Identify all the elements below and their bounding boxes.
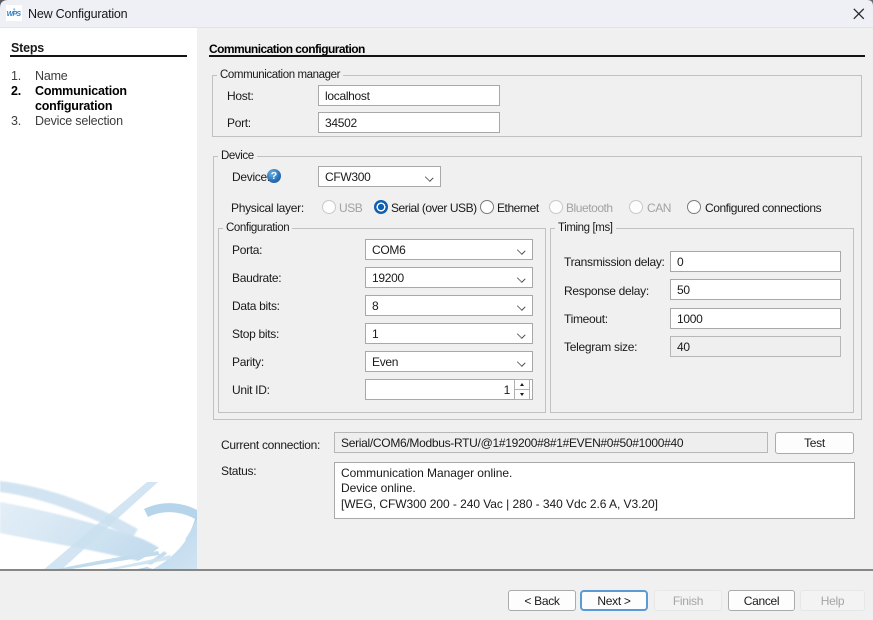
svg-text:WPS: WPS: [7, 11, 22, 18]
